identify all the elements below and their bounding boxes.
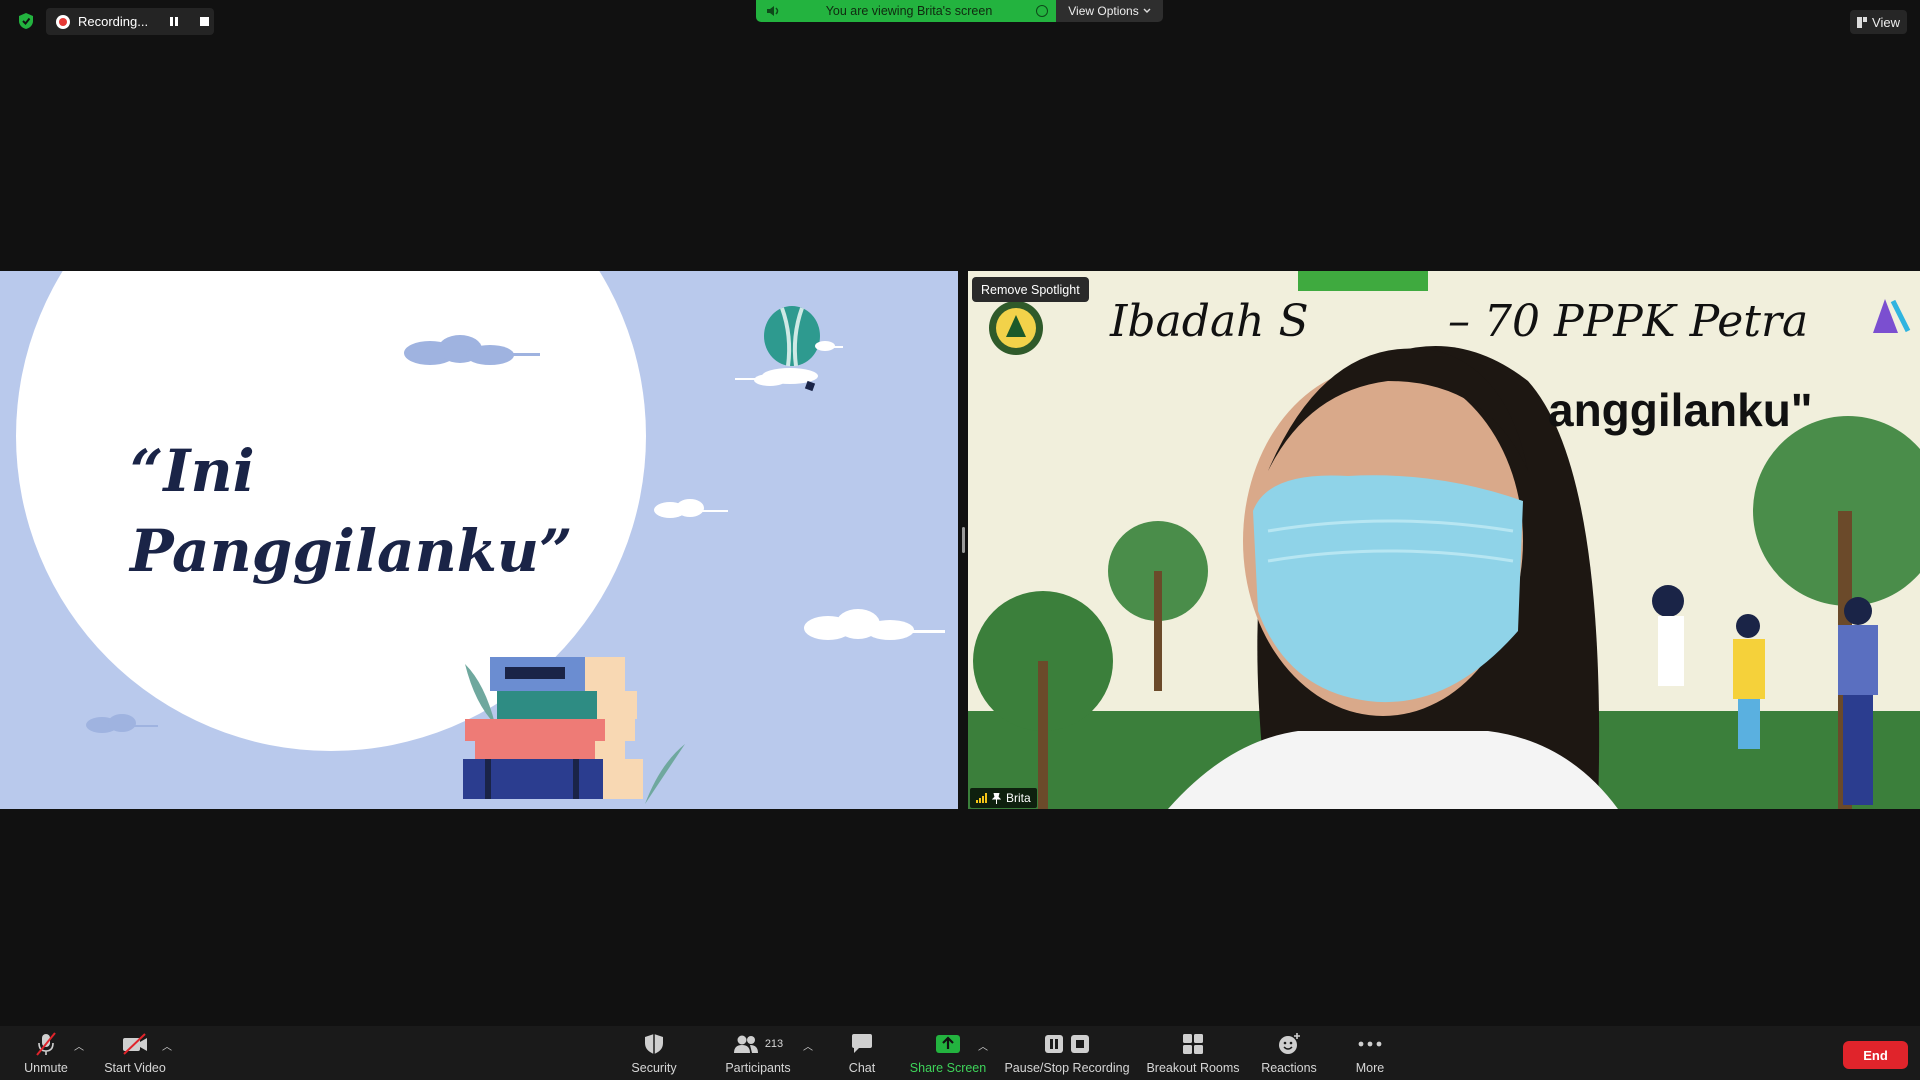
speaker-video: Ibadah S – 70 PPPK Petra anggilanku" (968, 271, 1920, 809)
video-banner-title-right: – 70 PPPK Petra (1448, 296, 1808, 347)
view-options-label: View Options (1068, 4, 1139, 18)
stop-icon (1071, 1035, 1089, 1053)
pause-stop-recording-button[interactable]: Pause/Stop Recording (1002, 1030, 1132, 1078)
more-label: More (1355, 1061, 1385, 1075)
video-camera-off-icon (123, 1033, 147, 1055)
breakout-rooms-grid-icon (1183, 1034, 1203, 1054)
view-label: View (1872, 14, 1900, 30)
more-button[interactable]: More (1350, 1030, 1390, 1078)
slide-title-line-1: “Ini (130, 437, 255, 505)
layout-icon (1857, 16, 1868, 28)
chat-label: Chat (848, 1061, 876, 1075)
video-banner-title: Ibadah S (1110, 296, 1309, 347)
video-options-chevron-icon[interactable]: ︿ (162, 1038, 172, 1053)
book-stack-graphic (463, 657, 685, 804)
participants-options-chevron-icon[interactable]: ︿ (803, 1038, 813, 1053)
viewing-screen-banner: You are viewing Brita's screen (756, 0, 1056, 22)
security-button[interactable]: Security (620, 1030, 688, 1078)
shared-screen: “Ini Panggilanku” (0, 271, 958, 809)
start-video-button[interactable]: Start Video (100, 1030, 170, 1078)
more-dots-icon (1358, 1041, 1382, 1047)
share-screen-arrow-icon (936, 1035, 960, 1053)
view-options-button[interactable]: View Options (1056, 0, 1163, 22)
cloud-graphic (804, 609, 945, 640)
cloud-graphic (404, 335, 540, 365)
share-screen-label: Share Screen (909, 1061, 987, 1075)
chat-button[interactable]: Chat (840, 1030, 884, 1078)
participants-button[interactable]: 213 Participants (718, 1030, 798, 1078)
chat-bubble-icon (852, 1034, 872, 1053)
cloud-graphic (86, 714, 158, 733)
participants-icon (733, 1035, 758, 1053)
unmute-label: Unmute (24, 1061, 68, 1075)
remove-spotlight-button[interactable]: Remove Spotlight (972, 277, 1089, 302)
video-background-scene (968, 271, 1920, 809)
chevron-down-icon (1143, 8, 1151, 13)
signal-strength-icon (976, 793, 987, 803)
splitter-grip[interactable] (961, 527, 965, 553)
pause-stop-recording-label: Pause/Stop Recording (1004, 1061, 1130, 1075)
unmute-button[interactable]: Unmute (18, 1030, 74, 1078)
recording-indicator: Recording... (46, 8, 214, 35)
security-label: Security (631, 1061, 677, 1075)
reactions-label: Reactions (1261, 1061, 1317, 1075)
banner-title-left: Ibadah S (1110, 296, 1309, 347)
cloud-graphic (654, 499, 728, 518)
pause-recording-button[interactable] (164, 12, 184, 32)
participant-name-tag: Brita (970, 788, 1037, 808)
microphone-muted-icon (36, 1032, 56, 1056)
hot-air-balloon-graphic (735, 306, 843, 392)
end-meeting-button[interactable]: End (1843, 1041, 1908, 1069)
recording-dot-icon (56, 14, 70, 29)
viewing-screen-label: You are viewing Brita's screen (825, 4, 993, 18)
slide-title-line-2: Panggilanku” (130, 517, 573, 585)
status-circle-icon (1036, 5, 1048, 17)
panel-splitter[interactable] (958, 271, 968, 809)
recording-label: Recording... (78, 14, 149, 29)
reactions-button[interactable]: Reactions (1258, 1030, 1320, 1078)
slide-title: “Ini Panggilanku” (130, 431, 630, 591)
speaker-icon (767, 6, 779, 16)
start-video-label: Start Video (104, 1061, 166, 1075)
banner-title-right: – 70 PPPK Petra (1448, 296, 1809, 347)
breakout-rooms-button[interactable]: Breakout Rooms (1144, 1030, 1242, 1078)
participants-label: Participants (725, 1061, 791, 1075)
participants-count: 213 (764, 1038, 784, 1050)
view-button[interactable]: View (1850, 10, 1907, 34)
banner-subtitle: anggilanku" (1548, 384, 1813, 436)
breakout-rooms-label: Breakout Rooms (1146, 1061, 1240, 1075)
smiley-reaction-icon (1279, 1033, 1300, 1054)
share-options-chevron-icon[interactable]: ︿ (978, 1038, 988, 1053)
audio-options-chevron-icon[interactable]: ︿ (74, 1038, 84, 1053)
video-banner-subtitle: anggilanku" (1548, 383, 1813, 437)
pin-icon (992, 792, 1001, 804)
security-shield-icon (645, 1034, 663, 1054)
pause-icon (1045, 1035, 1063, 1053)
encryption-shield-icon[interactable] (16, 11, 36, 31)
participant-name: Brita (1006, 791, 1031, 805)
stop-recording-button[interactable] (194, 12, 214, 32)
